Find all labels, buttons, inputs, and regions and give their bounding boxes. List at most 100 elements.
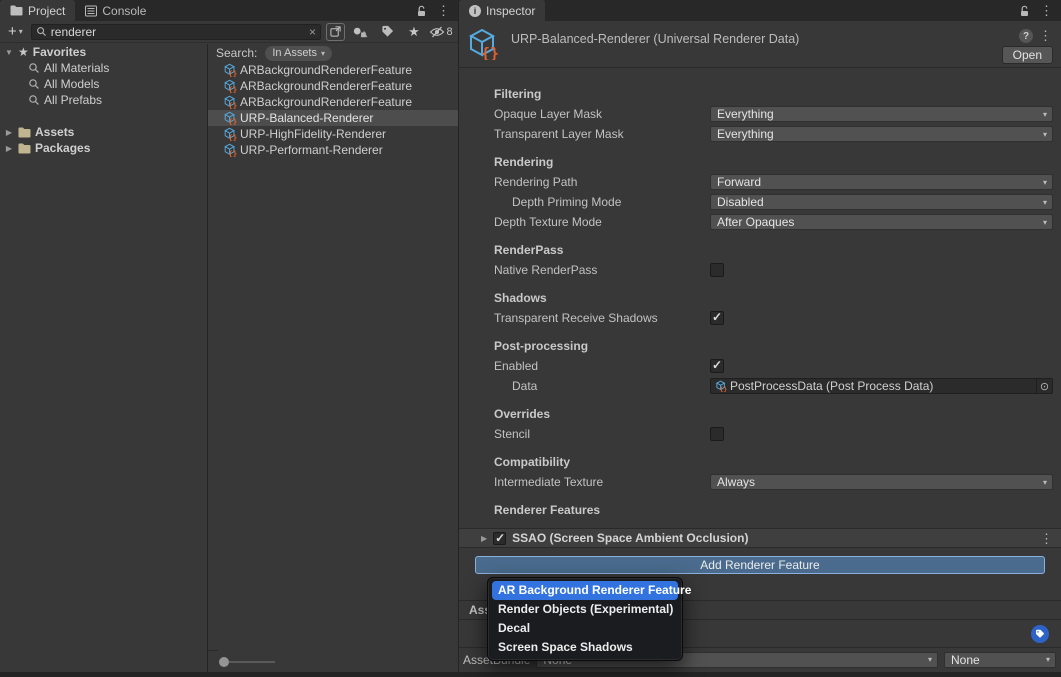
tree-item-all-prefabs[interactable]: All Prefabs [0, 92, 207, 108]
section-shadows: Shadows [459, 288, 1061, 308]
clear-search-icon[interactable]: × [309, 25, 316, 39]
postprocess-data-icon: {} [715, 380, 727, 392]
search-scope-dropdown[interactable]: In Assets ▾ [265, 46, 332, 61]
project-panel: Project Console ⋮ + ▾ renderer × [0, 0, 458, 677]
plus-icon: + [8, 24, 17, 39]
opaque-layer-mask-dropdown[interactable]: Everything▾ [710, 106, 1053, 122]
renderer-asset-icon: {} [223, 95, 237, 109]
section-rendering: Rendering [459, 152, 1061, 172]
tree-item-label: All Prefabs [44, 93, 102, 107]
tab-inspector[interactable]: i Inspector [459, 0, 545, 21]
field-transparent-receive-shadows: Transparent Receive Shadows ✓ [459, 308, 1061, 328]
panel-divider[interactable] [458, 0, 459, 677]
dropdown-value: Disabled [717, 195, 764, 209]
svg-text:{}: {} [228, 101, 237, 109]
header-menu-icon[interactable]: ⋮ [1039, 29, 1052, 42]
dropdown-value: After Opaques [717, 215, 794, 229]
foldout-expanded-icon[interactable]: ▼ [4, 48, 14, 57]
result-row[interactable]: {} URP-Performant-Renderer [208, 142, 458, 158]
renderer-asset-icon: {} [223, 127, 237, 141]
result-row[interactable]: {} ARBackgroundRendererFeature [208, 78, 458, 94]
inspector-panel: i Inspector ⋮ {} URP-Balanced-Renderer (… [459, 0, 1061, 677]
inspector-tabstrip-controls: ⋮ [1019, 0, 1061, 21]
project-menu-icon[interactable]: ⋮ [437, 4, 450, 17]
add-label-button[interactable] [1031, 625, 1049, 643]
field-label: Data [494, 379, 710, 393]
foldout-collapsed-icon[interactable]: ▶ [4, 144, 14, 153]
native-renderpass-checkbox[interactable] [710, 263, 724, 277]
result-label: URP-HighFidelity-Renderer [240, 127, 386, 141]
depth-texture-mode-dropdown[interactable]: After Opaques▾ [710, 214, 1053, 230]
object-picker-icon[interactable]: ⊙ [1036, 379, 1052, 393]
thumbnail-zoom-slider[interactable] [219, 657, 275, 667]
slider-handle[interactable] [219, 657, 229, 667]
create-asset-button[interactable]: + ▾ [5, 24, 26, 39]
project-tabstrip-controls: ⋮ [416, 0, 458, 21]
search-icon [28, 62, 40, 74]
transparent-receive-shadows-checkbox[interactable]: ✓ [710, 311, 724, 325]
asset-bundle-variant-dropdown[interactable]: None▾ [944, 652, 1056, 668]
lock-icon[interactable] [1019, 5, 1030, 17]
foldout-collapsed-icon[interactable]: ▶ [481, 534, 487, 543]
project-toolbar: + ▾ renderer × ★ 8 [0, 21, 458, 43]
search-results-header: Search: In Assets ▾ [208, 44, 458, 62]
tab-project-label: Project [28, 4, 65, 18]
lock-icon[interactable] [416, 5, 427, 17]
folder-icon [10, 5, 23, 16]
depth-priming-mode-dropdown[interactable]: Disabled ▾ [710, 194, 1053, 210]
rendering-path-dropdown[interactable]: Forward▾ [710, 174, 1053, 190]
ssao-label: SSAO (Screen Space Ambient Occlusion) [512, 531, 748, 545]
hidden-packages-button[interactable]: 8 [429, 23, 453, 41]
stencil-checkbox[interactable] [710, 427, 724, 441]
folder-icon [18, 143, 31, 154]
tree-item-all-models[interactable]: All Models [0, 76, 207, 92]
svg-text:{}: {} [228, 149, 237, 157]
menu-item-screen-space-shadows[interactable]: Screen Space Shadows [492, 638, 678, 657]
search-icon [36, 26, 47, 37]
tree-item-all-materials[interactable]: All Materials [0, 60, 207, 76]
menu-item-ar-background-renderer-feature[interactable]: AR Background Renderer Feature [492, 581, 678, 600]
result-row-selected[interactable]: {} URP-Balanced-Renderer [208, 110, 458, 126]
chevron-down-icon: ▾ [1043, 198, 1047, 207]
filter-by-label-button[interactable] [375, 23, 399, 41]
inspector-menu-icon[interactable]: ⋮ [1040, 4, 1053, 17]
tab-console[interactable]: Console [75, 0, 156, 21]
tree-item-assets[interactable]: ▶ Assets [0, 124, 207, 140]
filter-by-type-button[interactable] [348, 23, 372, 41]
label-tag-icon [381, 25, 394, 38]
tree-item-favorites[interactable]: ▼ ★ Favorites [0, 44, 207, 60]
result-row[interactable]: {} URP-HighFidelity-Renderer [208, 126, 458, 142]
tab-project[interactable]: Project [0, 0, 75, 21]
eye-slash-icon [429, 26, 445, 38]
result-label: ARBackgroundRendererFeature [240, 79, 412, 93]
result-row[interactable]: {} ARBackgroundRendererFeature [208, 94, 458, 110]
add-renderer-feature-button[interactable]: Add Renderer Feature [475, 556, 1045, 574]
window-bottom-edge [0, 672, 1061, 677]
renderer-feature-ssao[interactable]: ▶ ✓ SSAO (Screen Space Ambient Occlusion… [459, 528, 1061, 548]
foldout-collapsed-icon[interactable]: ▶ [4, 128, 14, 137]
favorites-filter-button[interactable]: ★ [402, 23, 426, 41]
svg-text:{}: {} [720, 385, 728, 392]
renderer-asset-icon-large: {} [468, 28, 500, 60]
postprocessing-enabled-checkbox[interactable]: ✓ [710, 359, 724, 373]
help-icon[interactable]: ? [1019, 29, 1033, 43]
result-row[interactable]: {} ARBackgroundRendererFeature [208, 62, 458, 78]
open-search-window-button[interactable] [326, 23, 345, 41]
search-input[interactable]: renderer × [31, 24, 321, 40]
intermediate-texture-dropdown[interactable]: Always▾ [710, 474, 1053, 490]
tree-item-packages[interactable]: ▶ Packages [0, 140, 207, 156]
project-tree: ▼ ★ Favorites All Materials All Models A… [0, 44, 207, 672]
svg-text:{}: {} [228, 117, 237, 125]
transparent-layer-mask-dropdown[interactable]: Everything▾ [710, 126, 1053, 142]
menu-item-decal[interactable]: Decal [492, 619, 678, 638]
dropdown-value: Everything [717, 127, 774, 141]
field-label: Stencil [494, 427, 710, 441]
menu-item-render-objects[interactable]: Render Objects (Experimental) [492, 600, 678, 619]
postprocess-data-object-field[interactable]: {} PostProcessData (Post Process Data) ⊙ [710, 378, 1053, 394]
open-button[interactable]: Open [1002, 46, 1053, 64]
section-filtering: Filtering [459, 84, 1061, 104]
ssao-menu-icon[interactable]: ⋮ [1040, 532, 1053, 545]
field-opaque-layer-mask: Opaque Layer Mask Everything▾ [459, 104, 1061, 124]
ssao-enabled-checkbox[interactable]: ✓ [493, 532, 506, 545]
search-value: renderer [51, 25, 305, 39]
